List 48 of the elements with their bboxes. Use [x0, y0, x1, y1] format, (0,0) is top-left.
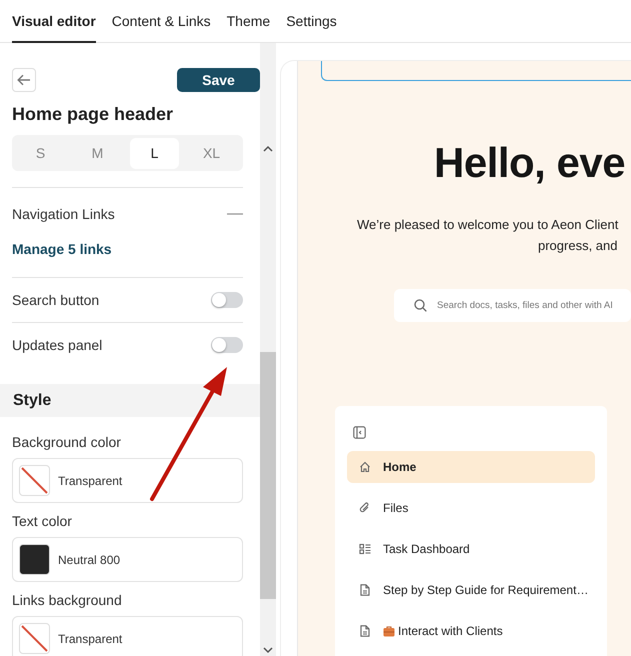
section-label: Navigation Links [12, 206, 115, 222]
panel-title: Home page header [12, 104, 174, 125]
toggle-label: Updates panel [12, 336, 102, 352]
back-arrow-icon [17, 74, 31, 86]
field-label: Background color [12, 434, 121, 450]
transparent-swatch [19, 465, 50, 496]
briefcase-icon [383, 626, 395, 636]
color-value: Transparent [58, 474, 122, 488]
sidebar-toggle-icon[interactable] [353, 426, 366, 439]
field-label: Text color [12, 513, 72, 529]
search-input[interactable]: Search docs, tasks, files and other with AI [435, 299, 631, 312]
scroll-up-icon[interactable] [263, 145, 273, 152]
color-picker[interactable]: Neutral 800 [12, 537, 243, 582]
section-header: Style [0, 384, 260, 417]
nav-item[interactable]: Files [347, 492, 595, 524]
nav-item[interactable]: Home [347, 451, 595, 483]
paperclip-icon [359, 502, 371, 514]
intro-text: progress, and [538, 238, 618, 253]
tab[interactable]: Settings [286, 0, 337, 43]
manage-links-link[interactable]: Manage 5 links [12, 241, 112, 257]
tab[interactable]: Content & Links [112, 0, 211, 43]
save-button[interactable]: Save [177, 68, 260, 92]
home-icon [359, 461, 371, 473]
color-picker[interactable]: Transparent [12, 458, 243, 503]
list-icon [359, 543, 371, 555]
color-value: Neutral 800 [58, 552, 120, 566]
preview-heading: Hello, eve [434, 139, 626, 187]
tab[interactable]: Visual editor [12, 0, 96, 43]
nav-item[interactable]: Interact with Clients [347, 615, 595, 647]
nav-item[interactable]: Step by Step Guide for Requirement… [347, 574, 595, 606]
field-label: Links background [12, 592, 122, 608]
toggle-switch[interactable] [211, 336, 243, 352]
scrollbar[interactable] [260, 43, 276, 656]
scroll-down-icon[interactable] [263, 647, 273, 654]
document-icon [359, 625, 371, 637]
toggle-label: Search button [12, 292, 100, 308]
document-icon [359, 584, 371, 596]
transparent-swatch [19, 623, 50, 654]
search-field[interactable]: Search docs, tasks, files and other with AI [394, 289, 631, 322]
color-value: Transparent [58, 632, 122, 646]
tab[interactable]: Theme [226, 0, 270, 43]
color-picker[interactable]: Transparent [12, 616, 243, 656]
back-button[interactable] [12, 68, 36, 92]
nav-item[interactable]: Task Dashboard [347, 533, 595, 565]
intro-text: We’re pleased to welcome you to Aeon Client [357, 217, 618, 232]
search-icon [414, 299, 427, 312]
toggle-switch[interactable] [211, 292, 243, 308]
size-option[interactable]: L [130, 138, 179, 168]
